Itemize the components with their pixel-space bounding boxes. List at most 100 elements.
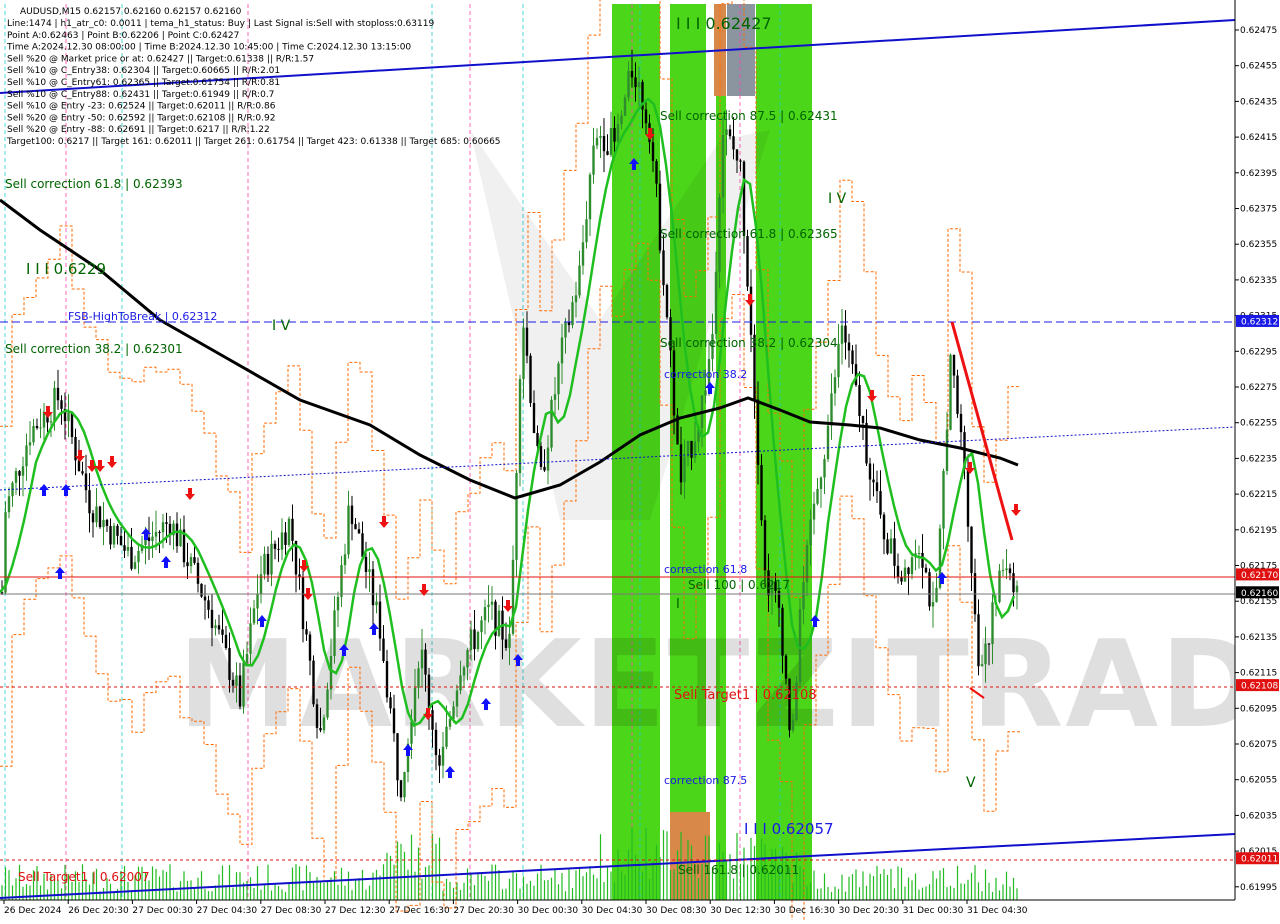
candle-body-259 (907, 567, 910, 575)
candle-body-136 (476, 632, 480, 650)
level-label-18: V (966, 775, 976, 791)
candle-body-262 (917, 552, 921, 554)
candle-body-28 (98, 506, 102, 528)
candle-body-169 (592, 145, 595, 175)
candle-body-145 (508, 633, 511, 648)
candle-body-211 (739, 160, 742, 162)
x-tick-label-11: 30 Dec 12:30 (710, 906, 771, 916)
candle-body-184 (644, 109, 648, 124)
candle-body-233 (816, 488, 819, 504)
candle-body-189 (662, 250, 665, 286)
y-tick-label-6: 0.62355 (1240, 240, 1277, 250)
candle-body-11 (39, 427, 42, 429)
candle-body-97 (340, 565, 343, 597)
candle-body-65 (228, 648, 231, 680)
candle-body-58 (203, 596, 207, 601)
candle-body-22 (77, 460, 81, 472)
level-label-15: I I I 0.62057 (744, 820, 834, 838)
x-tick-label-1: 26 Dec 20:30 (68, 906, 129, 916)
chart-canvas: MARKETZITRADE FSB-HighToBreak | 0.62312 S… (0, 0, 1280, 924)
candle-body-104 (364, 556, 368, 572)
candle-body-87 (305, 629, 308, 635)
candle-body-61 (214, 625, 217, 629)
y-tick-label-14: 0.62195 (1240, 526, 1277, 536)
x-tick-label-0: 26 Dec 2024 (4, 906, 62, 916)
candle-body-43 (151, 536, 154, 541)
level-label-2: Sell correction 38.2 | 0.62301 (5, 342, 183, 356)
watermark-text: MARKETZITRADE (178, 616, 1280, 755)
candle-body-123 (431, 710, 434, 730)
candle-body-20 (70, 412, 74, 438)
candle-body-234 (819, 477, 823, 489)
candle-body-111 (389, 697, 392, 709)
candle-body-164 (574, 295, 578, 303)
level-label-6: Sell correction 87.5 | 0.62431 (660, 109, 838, 123)
y-tick-label-3: 0.62415 (1240, 133, 1277, 143)
level-label-13: Sell Target1 | 0.62108 (674, 688, 817, 703)
candle-body-17 (60, 400, 63, 409)
candle-body-214 (749, 286, 753, 335)
candle-body-170 (595, 137, 599, 146)
candle-body-180 (630, 70, 634, 78)
candle-body-36 (126, 546, 130, 551)
level-label-16: Sell 161.8 | 0.62011 (678, 863, 799, 877)
candle-body-282 (987, 643, 991, 645)
candle-body-134 (469, 629, 473, 650)
candle-body-15 (53, 387, 56, 422)
candle-body-67 (235, 675, 238, 686)
candle-body-54 (189, 557, 193, 567)
candle-body-78 (273, 543, 277, 549)
x-tick-label-3: 27 Dec 04:30 (197, 906, 258, 916)
candle-body-88 (308, 634, 312, 661)
candle-body-102 (357, 529, 361, 534)
candle-body-100 (350, 505, 354, 525)
candle-body-103 (361, 533, 364, 557)
level-label-14: correction 87.5 (664, 774, 747, 787)
candle-body-206 (721, 134, 725, 198)
candle-body-16 (56, 387, 60, 401)
candle-body-182 (637, 81, 641, 88)
candle-body-4 (14, 471, 18, 483)
candle-body-91 (319, 727, 322, 731)
y-tick-label-4: 0.62395 (1240, 169, 1277, 179)
candle-body-256 (896, 565, 900, 577)
candle-body-239 (837, 343, 840, 378)
x-tick-label-7: 27 Dec 20:30 (453, 906, 514, 916)
candle-body-112 (392, 708, 396, 734)
y-tick-label-7: 0.62335 (1240, 276, 1277, 286)
candle-body-117 (410, 721, 413, 744)
info-line-0: Line:1474 | h1_atr_c0: 0.0011 | tema_h1_… (7, 19, 434, 29)
x-tick-label-10: 30 Dec 08:30 (646, 906, 707, 916)
candle-body-198 (693, 441, 697, 458)
candle-body-240 (840, 325, 844, 344)
candle-body-121 (424, 649, 427, 675)
candle-body-23 (81, 471, 84, 474)
level-label-0: FSB-HighToBreak | 0.62312 (68, 310, 217, 323)
y-tick-label-2: 0.62435 (1240, 97, 1277, 107)
candle-body-226 (791, 719, 795, 731)
candle-body-237 (830, 393, 833, 426)
info-line-7: Sell %10 @ Entry -23: 0.62524 || Target:… (7, 102, 276, 112)
candle-body-264 (924, 567, 928, 573)
candle-body-63 (221, 629, 224, 635)
candle-body-120 (420, 649, 424, 669)
candle-body-161 (564, 321, 567, 338)
candle-body-10 (35, 425, 39, 429)
candle-body-260 (910, 557, 914, 575)
candle-body-174 (609, 127, 613, 155)
candle-body-132 (462, 667, 466, 676)
candle-body-29 (102, 519, 105, 528)
candle-body-8 (28, 442, 32, 446)
candle-body-46 (161, 522, 165, 533)
candle-body-213 (746, 236, 749, 287)
x-tick-label-6: 27 Dec 16:30 (389, 906, 450, 916)
candle-body-94 (329, 656, 333, 690)
candle-body-168 (588, 174, 592, 220)
candle-body-196 (686, 440, 690, 457)
candle-body-86 (301, 577, 305, 630)
candle-body-173 (606, 151, 609, 155)
candle-body-151 (529, 355, 532, 404)
candle-body-114 (399, 780, 403, 798)
candle-body-19 (67, 412, 70, 422)
candle-body-110 (385, 661, 389, 698)
